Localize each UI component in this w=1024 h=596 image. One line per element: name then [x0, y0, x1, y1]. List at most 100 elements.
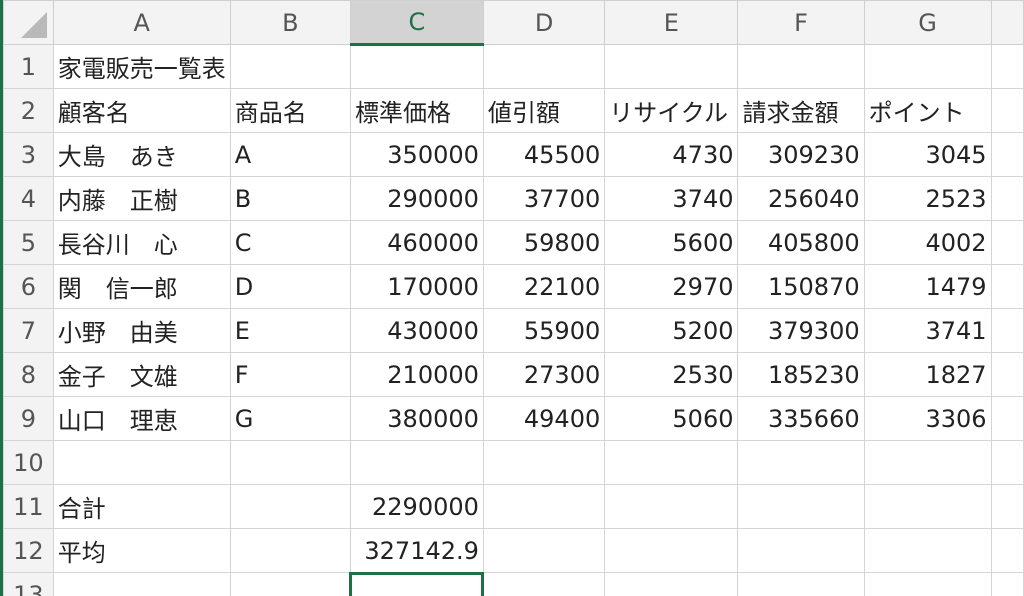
cell-g8[interactable]: 1827 — [863, 352, 992, 397]
cell-g2[interactable]: ポイント — [863, 88, 992, 133]
cell-f4[interactable]: 256040 — [737, 176, 865, 221]
cell-g6[interactable]: 1479 — [863, 264, 992, 309]
cell-a7[interactable]: 小野 由美 — [52, 308, 231, 353]
row-header[interactable]: 1 — [3, 44, 54, 89]
row-header[interactable]: 13 — [3, 572, 54, 596]
column-header-a[interactable]: A — [52, 0, 231, 45]
cell-h11[interactable] — [990, 484, 1024, 529]
row-header[interactable]: 9 — [3, 396, 54, 441]
row-header[interactable]: 11 — [3, 484, 54, 529]
cell-b6[interactable]: D — [229, 264, 351, 309]
cell-a4[interactable]: 内藤 正樹 — [52, 176, 231, 221]
column-header-c[interactable]: C — [349, 0, 484, 46]
cell-c11[interactable]: 2290000 — [349, 484, 484, 529]
cell-d1[interactable] — [482, 44, 606, 89]
cell-c12[interactable]: 327142.9 — [349, 528, 484, 573]
cell-e6[interactable]: 2970 — [604, 264, 739, 309]
cell-h1[interactable] — [990, 44, 1024, 89]
cell-b4[interactable]: B — [229, 176, 351, 221]
cell-d6[interactable]: 22100 — [482, 264, 606, 309]
cell-a8[interactable]: 金子 文雄 — [52, 352, 231, 397]
cell-f9[interactable]: 335660 — [737, 396, 865, 441]
cell-g12[interactable] — [863, 528, 992, 573]
cell-b11[interactable] — [229, 484, 351, 529]
cell-h9[interactable] — [990, 396, 1024, 441]
cell-b7[interactable]: E — [229, 308, 351, 353]
cell-a12[interactable]: 平均 — [52, 528, 231, 573]
column-header-f[interactable]: F — [737, 0, 865, 45]
cell-h8[interactable] — [990, 352, 1024, 397]
cell-h2[interactable] — [990, 88, 1024, 133]
cell-a5[interactable]: 長谷川 心 — [52, 220, 231, 265]
cell-h6[interactable] — [990, 264, 1024, 309]
column-header-e[interactable]: E — [604, 0, 739, 45]
cell-b3[interactable]: A — [229, 132, 351, 177]
cell-b12[interactable] — [229, 528, 351, 573]
cell-f13[interactable] — [737, 572, 865, 596]
row-header[interactable]: 2 — [3, 88, 54, 133]
cell-g5[interactable]: 4002 — [863, 220, 992, 265]
cell-c9[interactable]: 380000 — [349, 396, 484, 441]
cell-g7[interactable]: 3741 — [863, 308, 992, 353]
cell-e2[interactable]: リサイクル — [604, 88, 739, 133]
cell-d4[interactable]: 37700 — [482, 176, 606, 221]
cell-b10[interactable] — [229, 440, 351, 485]
cell-b1[interactable] — [229, 44, 351, 89]
column-header-h[interactable] — [990, 0, 1024, 45]
cell-h5[interactable] — [990, 220, 1024, 265]
cell-g11[interactable] — [863, 484, 992, 529]
cell-f6[interactable]: 150870 — [737, 264, 865, 309]
cell-b9[interactable]: G — [229, 396, 351, 441]
cell-e8[interactable]: 2530 — [604, 352, 739, 397]
cell-d12[interactable] — [482, 528, 606, 573]
cell-a10[interactable] — [52, 440, 231, 485]
cell-c6[interactable]: 170000 — [349, 264, 484, 309]
cell-f12[interactable] — [737, 528, 865, 573]
cell-c10[interactable] — [349, 440, 484, 485]
cell-g4[interactable]: 2523 — [863, 176, 992, 221]
cell-e3[interactable]: 4730 — [604, 132, 739, 177]
cell-c4[interactable]: 290000 — [349, 176, 484, 221]
cell-f11[interactable] — [737, 484, 865, 529]
cell-d11[interactable] — [482, 484, 606, 529]
cell-f5[interactable]: 405800 — [737, 220, 865, 265]
cell-e11[interactable] — [604, 484, 739, 529]
select-all-corner[interactable] — [3, 0, 54, 45]
column-header-b[interactable]: B — [229, 0, 351, 45]
cell-c8[interactable]: 210000 — [349, 352, 484, 397]
row-header[interactable]: 10 — [3, 440, 54, 485]
cell-a6[interactable]: 関 信一郎 — [52, 264, 231, 309]
cell-b5[interactable]: C — [229, 220, 351, 265]
cell-b8[interactable]: F — [229, 352, 351, 397]
cell-d2[interactable]: 値引額 — [482, 88, 606, 133]
cell-g13[interactable] — [863, 572, 992, 596]
row-header[interactable]: 4 — [3, 176, 54, 221]
cell-a11[interactable]: 合計 — [52, 484, 231, 529]
cell-e13[interactable] — [604, 572, 739, 596]
cell-h12[interactable] — [990, 528, 1024, 573]
row-header[interactable]: 3 — [3, 132, 54, 177]
row-header[interactable]: 6 — [3, 264, 54, 309]
cell-c1[interactable] — [349, 44, 484, 89]
cell-g10[interactable] — [863, 440, 992, 485]
cell-e4[interactable]: 3740 — [604, 176, 739, 221]
column-header-d[interactable]: D — [482, 0, 606, 45]
cell-d3[interactable]: 45500 — [482, 132, 606, 177]
cell-c3[interactable]: 350000 — [349, 132, 484, 177]
cell-h4[interactable] — [990, 176, 1024, 221]
cell-g1[interactable] — [863, 44, 992, 89]
cell-g3[interactable]: 3045 — [863, 132, 992, 177]
cell-a3[interactable]: 大島 あき — [52, 132, 231, 177]
cell-d7[interactable]: 55900 — [482, 308, 606, 353]
cell-g9[interactable]: 3306 — [863, 396, 992, 441]
cell-a13[interactable] — [52, 572, 231, 596]
cell-b13[interactable] — [229, 572, 351, 596]
cell-e5[interactable]: 5600 — [604, 220, 739, 265]
cell-d13[interactable] — [482, 572, 606, 596]
cell-c7[interactable]: 430000 — [349, 308, 484, 353]
cell-e1[interactable] — [604, 44, 739, 89]
cell-f1[interactable] — [737, 44, 865, 89]
cell-b2[interactable]: 商品名 — [229, 88, 351, 133]
cell-h13[interactable] — [990, 572, 1024, 596]
cell-d10[interactable] — [482, 440, 606, 485]
